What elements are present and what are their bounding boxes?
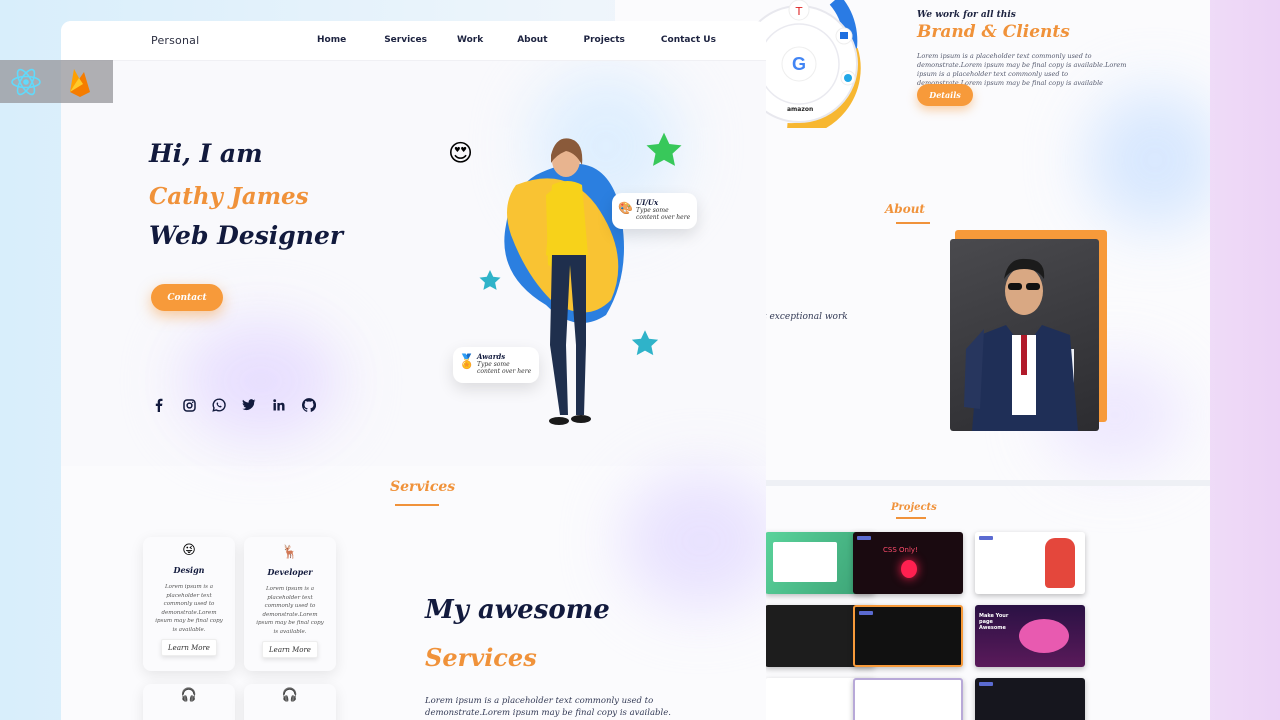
nav-projects[interactable]: Projects [584,35,625,45]
badge-title: Awards [477,352,506,361]
nav-contact[interactable]: Contact Us [661,35,716,45]
nav-services[interactable]: Services [384,35,427,45]
brand-description: Lorem ipsum is a placeholder text common… [917,52,1127,87]
project-thumbnail[interactable] [853,605,963,667]
nav-about[interactable]: About [517,35,547,45]
nav-menu: Home Services Work About Projects Contac… [317,35,716,45]
react-icon [10,66,42,98]
project-title: Make Your page Awesome [979,613,1009,631]
services-description: Lorem ipsum is a placeholder text common… [425,696,671,718]
emoji-icon: 😍 [448,139,474,167]
palette-icon: 🎨 [618,201,633,215]
service-card-design: 😜 Design Lorem ipsum is a placeholder te… [143,537,235,671]
project-title: CSS Only! [883,546,918,554]
services-title-line2: Services [425,643,537,672]
winking-emoji-icon: 😜 [182,543,196,558]
brand-title: Brand & Clients [917,22,1070,42]
teal-star-icon [478,269,502,297]
headphones-emoji-icon: 🎧 [180,688,198,703]
about-text: t exceptional work [763,312,848,322]
twitter-icon[interactable] [241,397,257,413]
github-icon[interactable] [301,397,317,413]
hero-name: Cathy James [149,183,309,210]
about-photo [950,239,1099,431]
linkedin-icon[interactable] [271,397,287,413]
project-thumbnail[interactable]: Make Your page Awesome [975,605,1085,667]
projects-underline [896,517,926,519]
service-title: Developer [267,567,313,577]
nav-home[interactable]: Home [317,35,346,45]
headphones-emoji-icon: 🎧 [281,688,299,703]
learn-more-button[interactable]: Learn More [161,639,217,656]
reindeer-emoji-icon: 🦌 [281,545,299,560]
svg-text:G: G [792,54,806,74]
amazon-logo: amazon [787,106,814,113]
green-star-icon [644,131,684,175]
about-underline [896,222,930,224]
project-thumbnail[interactable] [853,678,963,720]
service-description: Lorem ipsum is a placeholder text common… [155,584,223,631]
main-page: Personal Home Services Work About Projec… [61,21,766,720]
badge-awards: 🏅 Awards Type some content over here [453,347,539,383]
project-thumbnail[interactable] [975,532,1085,594]
learn-more-button[interactable]: Learn More [262,641,318,658]
badge-text: Type some content over here [636,207,691,221]
site-logo[interactable]: Personal [151,34,199,47]
teal-star-icon [630,329,660,363]
tech-stack-tab [0,60,113,103]
services-underline [395,504,439,506]
project-thumbnail[interactable]: CSS Only! [853,532,963,594]
medal-icon: 🏅 [458,354,476,370]
service-card: 🎧 [244,684,336,720]
service-title: Design [173,565,205,575]
firebase-icon [64,66,96,98]
hero-illustration: 😍 🎨 UI/Ux Type some content over here 🏅 … [448,125,706,465]
service-card-developer: 🦌 Developer Lorem ipsum is a placeholder… [244,537,336,671]
badge-title: UI/Ux [636,198,659,207]
service-card: 🎧 [143,684,235,720]
services-heading: Services [390,479,456,495]
badge-ui-ux: 🎨 UI/Ux Type some content over here [612,193,697,229]
facebook-icon[interactable] [151,397,167,413]
hero-greeting: Hi, I am [149,139,263,168]
service-description: Lorem ipsum is a placeholder text common… [256,586,324,633]
projects-heading: Projects [891,502,937,513]
details-button[interactable]: Details [917,84,973,106]
contact-button[interactable]: Contact [151,284,223,311]
instagram-icon[interactable] [181,397,197,413]
social-links [151,397,317,413]
badge-text: Type some content over here [477,361,532,375]
svg-text:T: T [795,5,803,18]
about-heading: About [885,202,925,216]
navbar: Personal Home Services Work About Projec… [61,21,766,61]
brand-tagline: We work for all this [917,10,1016,20]
hero-role: Web Designer [149,221,344,250]
project-thumbnail[interactable] [975,678,1085,720]
services-title-line1: My awesome [425,595,610,625]
brand-orbit: G T amazon [740,0,875,138]
whatsapp-icon[interactable] [211,397,227,413]
nav-work[interactable]: Work [457,35,483,45]
